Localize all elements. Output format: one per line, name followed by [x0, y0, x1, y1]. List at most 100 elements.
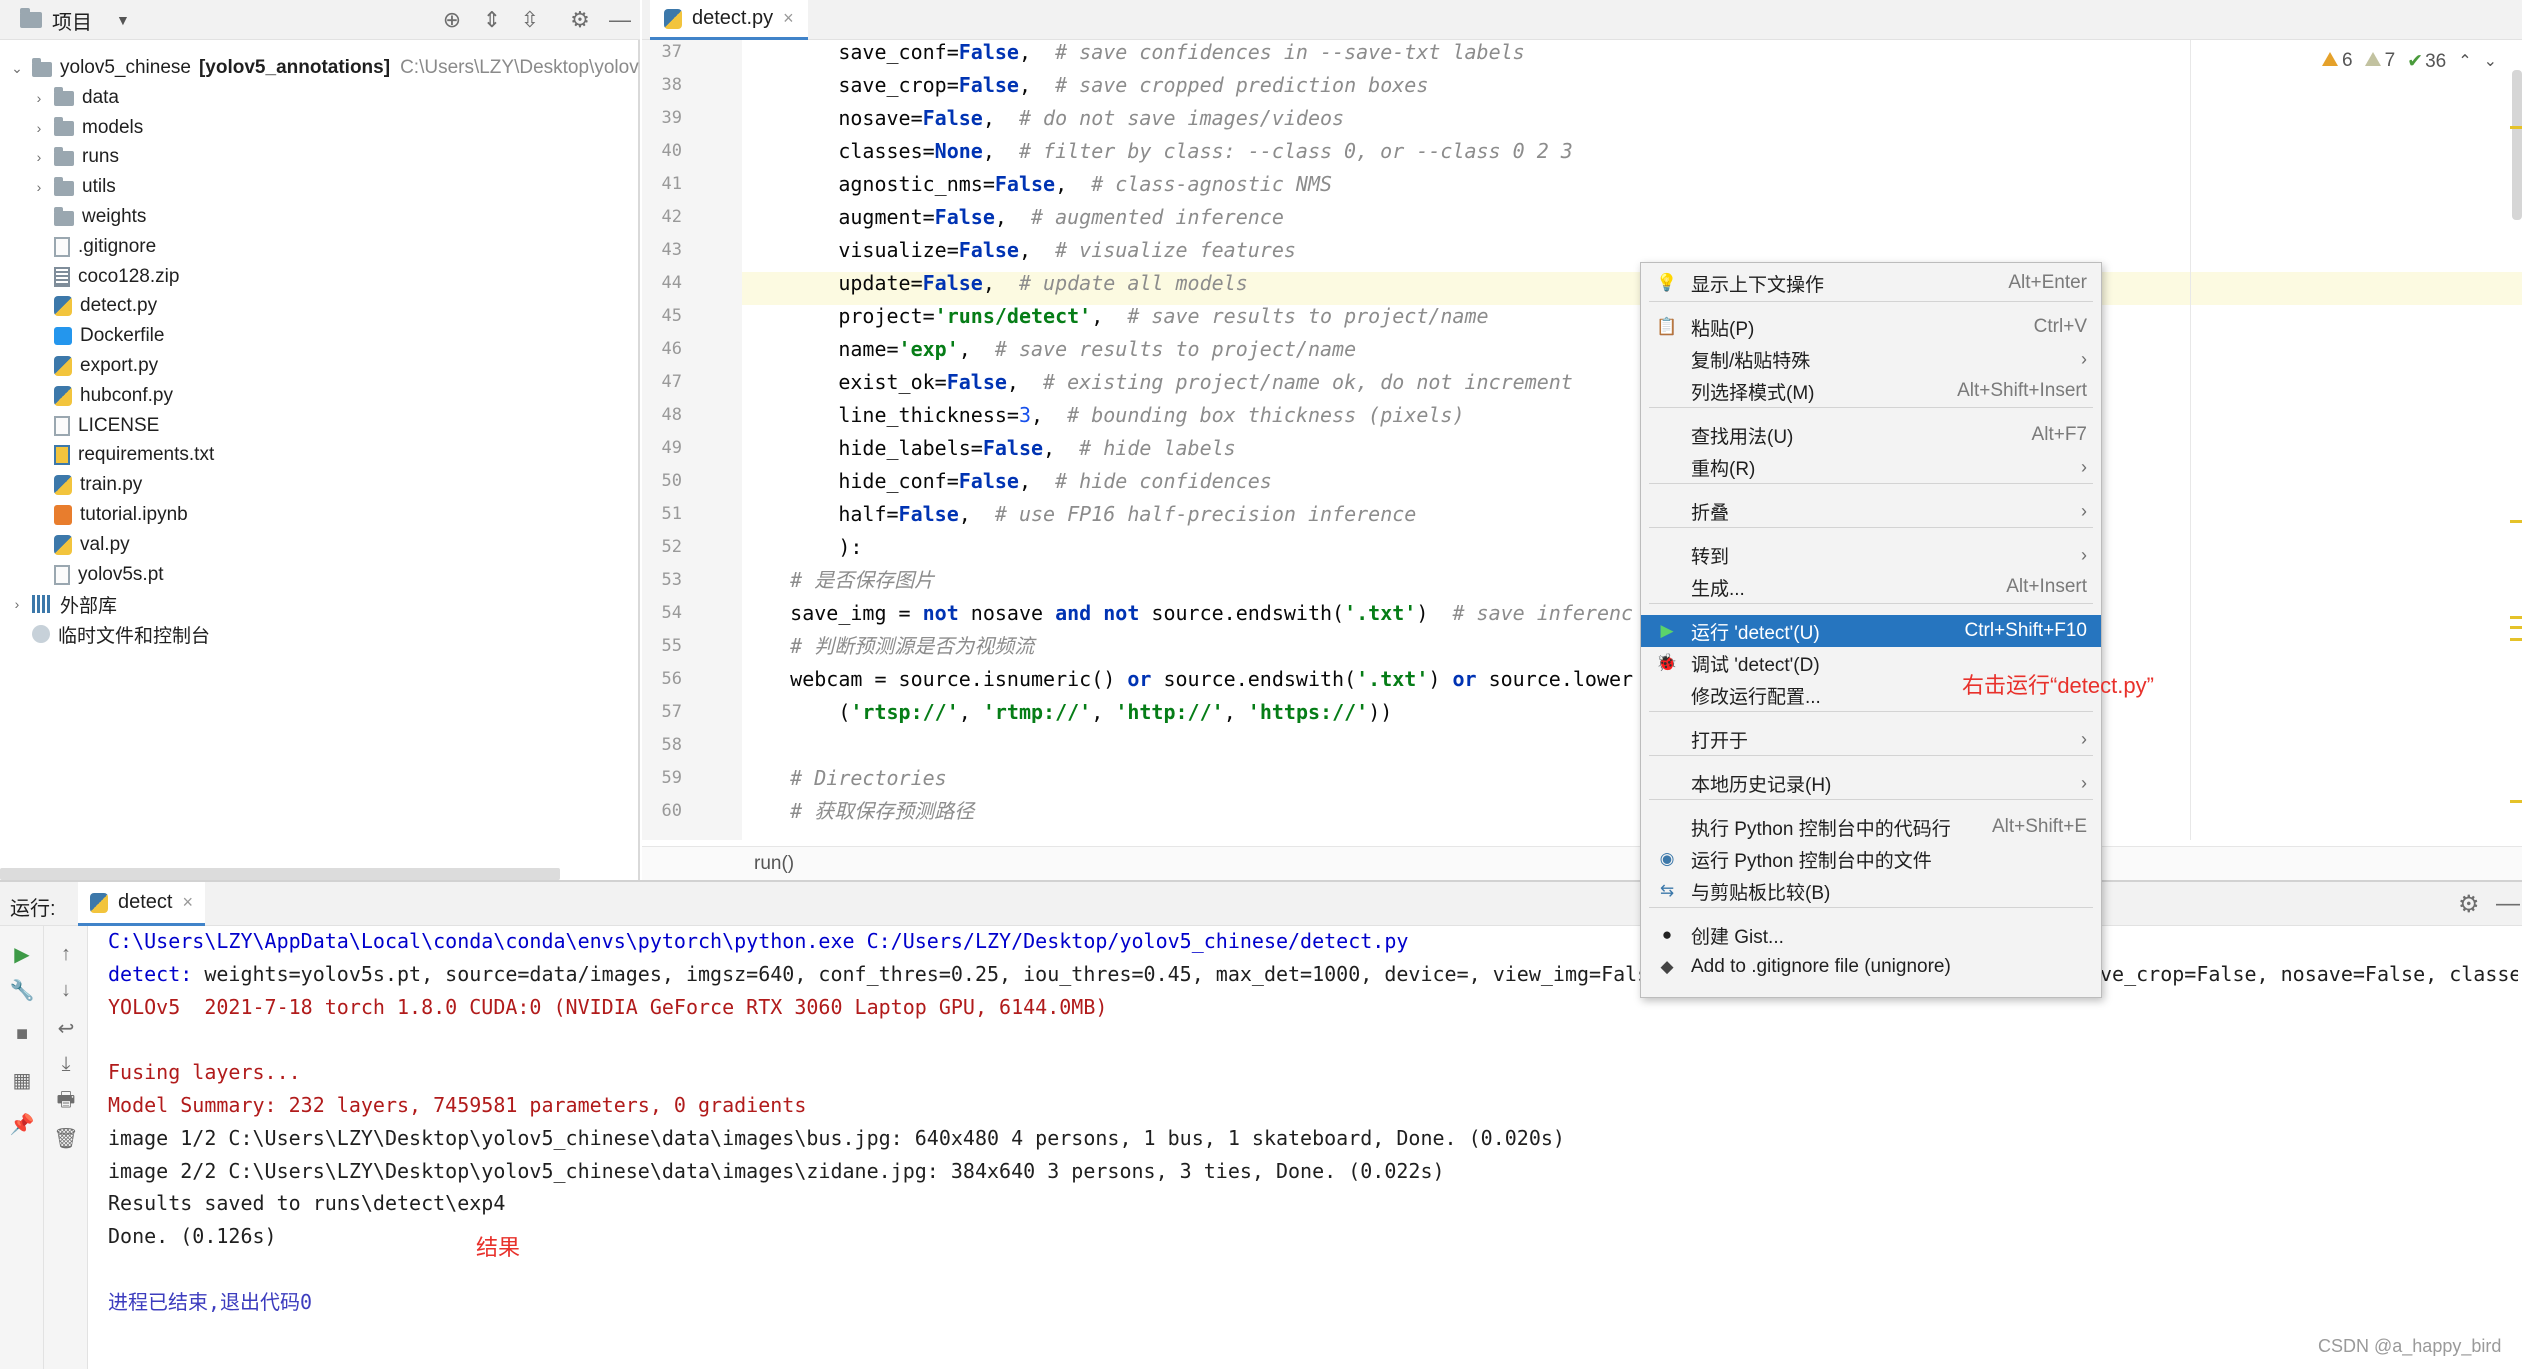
menu-item[interactable]: 生成... Alt+Insert [1641, 571, 2101, 603]
code-line[interactable]: hide_conf=False, # hide confidences [742, 465, 1272, 498]
code-line[interactable]: save_conf=False, # save confidences in -… [742, 40, 1524, 69]
menu-item[interactable]: ◉ 运行 Python 控制台中的文件 [1641, 843, 2101, 875]
code-line[interactable]: hide_labels=False, # hide labels [742, 432, 1235, 465]
chevron-right-icon[interactable]: › [30, 90, 48, 106]
warning-mark[interactable] [2510, 616, 2522, 619]
code-line[interactable]: # 判断预测源是否为视频流 [742, 630, 1034, 663]
code-line[interactable]: # 获取保存预测路径 [742, 795, 974, 828]
rerun-icon[interactable]: ▶ [8, 940, 36, 968]
tree-item[interactable]: › models [30, 113, 144, 143]
code-line[interactable]: project='runs/detect', # save results to… [742, 300, 1488, 333]
layout-icon[interactable]: ▦ [8, 1066, 36, 1094]
inspection-widget[interactable]: 6 7 ✔ 36 ⌃ ⌄ [2322, 44, 2497, 78]
code-line[interactable]: visualize=False, # visualize features [742, 234, 1296, 267]
chevron-right-icon[interactable]: › [30, 179, 48, 195]
code-line[interactable]: name='exp', # save results to project/na… [742, 333, 1356, 366]
chevron-up-icon[interactable]: ⌃ [2458, 51, 2471, 71]
chevron-right-icon[interactable]: › [30, 149, 48, 165]
minimize-icon[interactable]: — [2496, 890, 2520, 918]
menu-item[interactable]: 打开于 › [1641, 723, 2101, 755]
tree-item[interactable]: yolov5s.pt [30, 560, 164, 590]
code-line[interactable]: # Directories [742, 762, 947, 795]
menu-item[interactable]: 折叠 › [1641, 495, 2101, 527]
menu-item[interactable]: 查找用法(U) Alt+F7 [1641, 419, 2101, 451]
menu-item[interactable]: 📋 粘贴(P) Ctrl+V [1641, 311, 2101, 343]
tree-item[interactable]: val.py [30, 530, 130, 560]
arrow-down-icon[interactable]: ↓ [52, 976, 80, 1004]
code-line[interactable]: agnostic_nms=False, # class-agnostic NMS [742, 168, 1332, 201]
menu-item[interactable]: ⇆ 与剪贴板比较(B) [1641, 875, 2101, 907]
tree-item[interactable]: hubconf.py [30, 381, 173, 411]
menu-item[interactable]: 重构(R) › [1641, 451, 2101, 483]
project-view-selector[interactable]: 项目 ▼ [20, 6, 130, 34]
scroll-to-end-icon[interactable]: ⤓ [52, 1050, 80, 1078]
wrench-icon[interactable]: 🔧 [8, 976, 36, 1004]
pin-icon[interactable]: 📌 [8, 1110, 36, 1138]
code-line[interactable]: update=False, # update all models [742, 267, 1247, 300]
chevron-down-icon[interactable]: ⌄ [2484, 51, 2497, 71]
gear-icon[interactable]: ⚙ [566, 6, 594, 34]
code-line[interactable]: webcam = source.isnumeric() or source.en… [742, 663, 1633, 696]
tree-item[interactable]: › runs [30, 142, 119, 172]
print-icon[interactable]: 🖶 [52, 1088, 80, 1116]
warning-mark[interactable] [2510, 638, 2522, 641]
tree-item[interactable]: Dockerfile [30, 321, 164, 351]
code-line[interactable]: ): [742, 531, 862, 564]
code-line[interactable]: exist_ok=False, # existing project/name … [742, 366, 1573, 399]
arrow-up-icon[interactable]: ↑ [52, 940, 80, 968]
tree-item[interactable]: export.py [30, 351, 158, 381]
menu-item[interactable]: 本地历史记录(H) › [1641, 767, 2101, 799]
warning-mark[interactable] [2510, 800, 2522, 803]
close-icon[interactable]: × [783, 8, 794, 29]
code-line[interactable]: # 是否保存图片 [742, 564, 934, 597]
warning-mark[interactable] [2510, 520, 2522, 523]
menu-item[interactable]: 💡 显示上下文操作 Alt+Enter [1641, 267, 2101, 299]
menu-item[interactable]: 复制/粘贴特殊 › [1641, 343, 2101, 375]
soft-wrap-icon[interactable]: ↩ [52, 1014, 80, 1042]
tree-item[interactable]: .gitignore [30, 232, 156, 262]
tree-item[interactable]: › data [30, 83, 119, 113]
menu-item[interactable]: ● 创建 Gist... [1641, 919, 2101, 951]
run-tab-detect[interactable]: detect × [78, 882, 205, 926]
chevron-down-icon[interactable]: ⌄ [8, 60, 26, 77]
tree-item[interactable]: ⌄ yolov5_chinese [yolov5_annotations] C:\Us… [8, 53, 639, 83]
menu-item[interactable]: ▶ 运行 'detect'(U) Ctrl+Shift+F10 [1641, 615, 2101, 647]
tree-item[interactable]: coco128.zip [30, 262, 179, 292]
code-area[interactable]: save_conf=False, # save confidences in -… [742, 40, 2422, 840]
menu-item[interactable]: 执行 Python 控制台中的代码行 Alt+Shift+E [1641, 811, 2101, 843]
stop-icon[interactable]: ■ [8, 1020, 36, 1048]
tree-item[interactable]: tutorial.ipynb [30, 500, 188, 530]
menu-item[interactable]: ◆ Add to .gitignore file (unignore) [1641, 951, 2101, 983]
menu-item[interactable]: 转到 › [1641, 539, 2101, 571]
tree-item[interactable]: › utils [30, 172, 116, 202]
tree-item[interactable]: LICENSE [30, 411, 159, 441]
collapse-all-icon[interactable]: ⇳ [516, 6, 544, 34]
code-line[interactable]: save_crop=False, # save cropped predicti… [742, 69, 1428, 102]
menu-item[interactable]: 列选择模式(M) Alt+Shift+Insert [1641, 375, 2101, 407]
minimize-icon[interactable]: — [606, 6, 634, 34]
tree-item[interactable]: detect.py [30, 291, 157, 321]
gear-icon[interactable]: ⚙ [2458, 890, 2480, 919]
trash-icon[interactable]: 🗑 [52, 1124, 80, 1152]
code-line[interactable]: augment=False, # augmented inference [742, 201, 1284, 234]
close-icon[interactable]: × [182, 892, 193, 913]
tab-detect-py[interactable]: detect.py × [650, 0, 808, 40]
tree-item[interactable]: 临时文件和控制台 [8, 619, 210, 649]
tree-item[interactable]: › 外部库 [8, 589, 117, 619]
tree-item[interactable]: weights [30, 202, 146, 232]
locate-icon[interactable]: ⊕ [438, 6, 466, 34]
code-line[interactable]: half=False, # use FP16 half-precision in… [742, 498, 1416, 531]
expand-all-icon[interactable]: ⇕ [478, 6, 506, 34]
console-output[interactable]: C:\Users\LZY\AppData\Local\conda\conda\e… [108, 926, 2518, 1369]
tree-item[interactable]: train.py [30, 470, 142, 500]
chevron-right-icon[interactable]: › [30, 120, 48, 136]
code-line[interactable]: save_img = not nosave and not source.end… [742, 597, 1633, 630]
code-line[interactable]: ('rtsp://', 'rtmp://', 'http://', 'https… [742, 696, 1392, 729]
code-line[interactable]: nosave=False, # do not save images/video… [742, 102, 1344, 135]
tree-item[interactable]: requirements.txt [30, 440, 214, 470]
code-line[interactable]: classes=None, # filter by class: --class… [742, 135, 1573, 168]
chevron-right-icon[interactable]: › [8, 596, 26, 612]
code-line[interactable]: line_thickness=3, # bounding box thickne… [742, 399, 1464, 432]
breadcrumb-item[interactable]: run() [754, 853, 794, 875]
project-horizontal-scrollbar[interactable] [0, 868, 560, 880]
